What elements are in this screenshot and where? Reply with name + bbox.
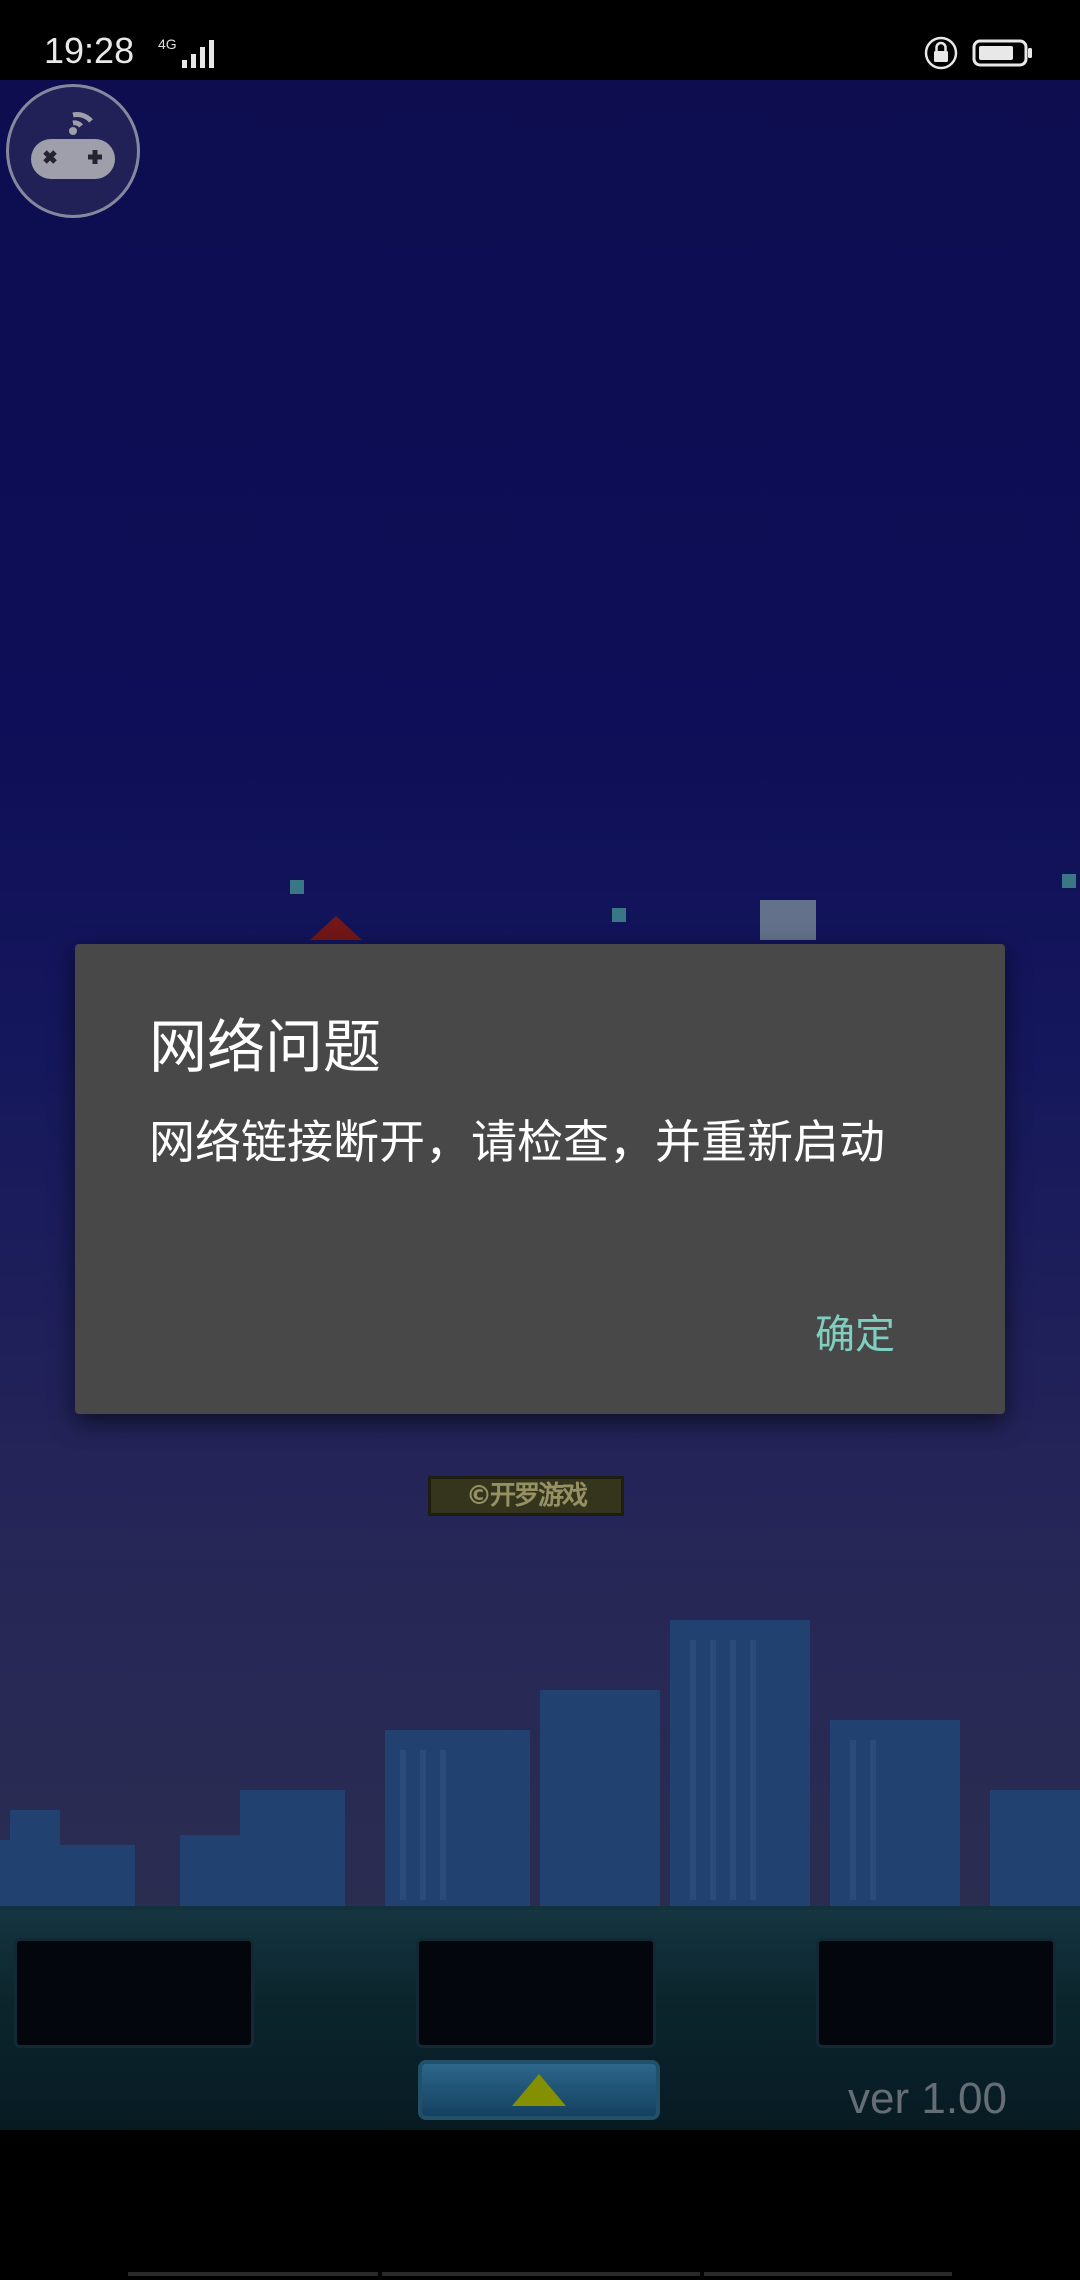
network-error-dialog: 网络问题 网络链接断开，请检查，并重新启动 确定 bbox=[75, 944, 1005, 1414]
network-type: 4G bbox=[158, 36, 177, 52]
nav-divider bbox=[704, 2272, 952, 2276]
nav-divider bbox=[128, 2272, 378, 2276]
confirm-button[interactable]: 确定 bbox=[815, 1302, 895, 1360]
battery-icon bbox=[972, 39, 1032, 67]
dialog-message: 网络链接断开，请检查，并重新启动 bbox=[149, 1115, 885, 1169]
dialog-title: 网络问题 bbox=[149, 1013, 382, 1081]
nav-divider bbox=[382, 2272, 700, 2276]
navigation-bar bbox=[0, 2130, 1080, 2280]
status-bar: 19:28 4G bbox=[0, 0, 1080, 80]
status-time: 19:28 bbox=[44, 30, 135, 71]
screen-lock-icon bbox=[924, 36, 958, 70]
signal-icon bbox=[182, 40, 214, 68]
